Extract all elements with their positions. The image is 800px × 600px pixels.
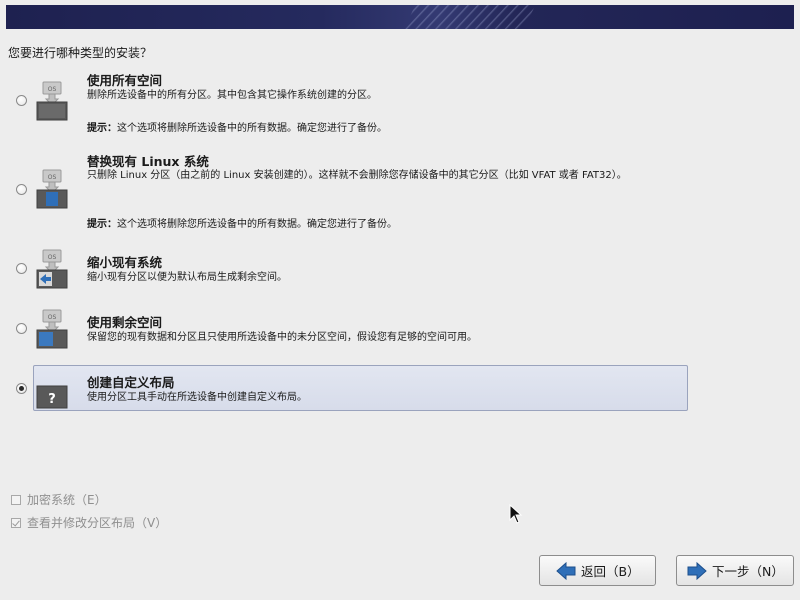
option-desc: 保留您的现有数据和分区且只使用所选设备中的未分区空间，假设您有足够的空间可用。 (87, 332, 477, 343)
hint-text: 这个选项将删除您所选设备中的所有数据。确定您进行了备份。 (117, 219, 397, 230)
review-checkbox-box[interactable] (11, 518, 21, 528)
arrow-right-icon (687, 561, 707, 580)
option-replace-linux[interactable]: OS 替换现有 Linux 系统 只删除 Linux 分区（由之前的 Linux… (8, 151, 690, 235)
option-use-free-space[interactable]: OS 使用剩余空间 保留您的现有数据和分区且只使用所选设备中的未分区空间，假设您… (8, 309, 690, 352)
os-icon-label: OS (48, 254, 57, 261)
page-question: 您要进行哪种类型的安装？ (8, 46, 153, 60)
hint-label: 提示： (87, 123, 117, 134)
os-disk-shrink-icon: OS (36, 249, 68, 289)
os-icon-label: OS (48, 314, 57, 321)
radio-use-all-space[interactable] (16, 95, 27, 106)
radio-replace-linux[interactable] (16, 184, 27, 195)
option-desc: 删除所选设备中的所有分区。其中包含其它操作系统创建的分区。 (87, 90, 377, 101)
mouse-cursor-icon (509, 504, 523, 524)
option-title: 缩小现有系统 (87, 255, 163, 270)
os-icon-label: OS (48, 86, 57, 93)
encrypt-checkbox-box[interactable] (11, 495, 21, 505)
encrypt-system-checkbox[interactable]: 加密系统（E） (11, 491, 107, 508)
option-title: 使用所有空间 (87, 73, 163, 88)
option-shrink-system[interactable]: OS 缩小现有系统 缩小现有分区以便为默认布局生成剩余空间。 (8, 249, 690, 292)
os-disk-linux-icon: OS (36, 169, 68, 209)
os-disk-free-icon: OS (36, 309, 68, 349)
radio-use-free-space[interactable] (16, 323, 27, 334)
hint-label: 提示： (87, 219, 117, 230)
option-desc: 使用分区工具手动在所选设备中创建自定义布局。 (87, 392, 307, 403)
option-title: 使用剩余空间 (87, 315, 163, 330)
next-button[interactable]: 下一步（N） (676, 555, 794, 586)
next-button-label: 下一步（N） (712, 564, 784, 579)
option-use-all-space[interactable]: OS 使用所有空间 删除所选设备中的所有分区。其中包含其它操作系统创建的分区。 … (8, 70, 690, 140)
option-custom-layout[interactable]: ? 创建自定义布局 使用分区工具手动在所选设备中创建自定义布局。 (8, 372, 690, 412)
option-desc: 只删除 Linux 分区（由之前的 Linux 安装创建的）。这样就不会删除您存… (87, 170, 627, 181)
os-icon-label: OS (48, 174, 57, 181)
review-layout-checkbox[interactable]: 查看并修改分区布局（V） (11, 514, 167, 531)
option-hint: 提示：这个选项将删除所选设备中的所有数据。确定您进行了备份。 (87, 119, 387, 134)
arrow-left-icon (556, 561, 576, 580)
option-title: 创建自定义布局 (87, 375, 175, 390)
os-disk-icon: OS (36, 81, 68, 121)
back-button[interactable]: 返回（B） (539, 555, 656, 586)
question-icon-label: ? (48, 392, 56, 407)
radio-custom-layout[interactable] (16, 383, 27, 394)
option-desc: 缩小现有分区以便为默认布局生成剩余空间。 (87, 272, 287, 283)
question-disk-icon: ? (36, 385, 68, 409)
hint-text: 这个选项将删除所选设备中的所有数据。确定您进行了备份。 (117, 123, 387, 134)
back-button-label: 返回（B） (581, 564, 640, 579)
review-checkbox-label: 查看并修改分区布局（V） (27, 516, 168, 530)
encrypt-checkbox-label: 加密系统（E） (27, 493, 107, 507)
radio-shrink-system[interactable] (16, 263, 27, 274)
header-banner (6, 5, 794, 29)
option-hint: 提示：这个选项将删除您所选设备中的所有数据。确定您进行了备份。 (87, 215, 397, 230)
